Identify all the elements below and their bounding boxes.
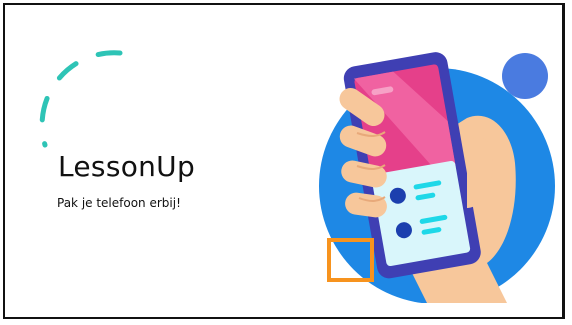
focus-highlight-box[interactable] [327,238,374,282]
slide-title: LessonUp [58,150,196,183]
dashed-arc-decoration [39,50,123,148]
slide-subtitle: Pak je telefoon erbij! [57,196,181,210]
slide: LessonUp Pak je telefoon erbij! [3,3,565,319]
accent-circle [502,53,548,99]
